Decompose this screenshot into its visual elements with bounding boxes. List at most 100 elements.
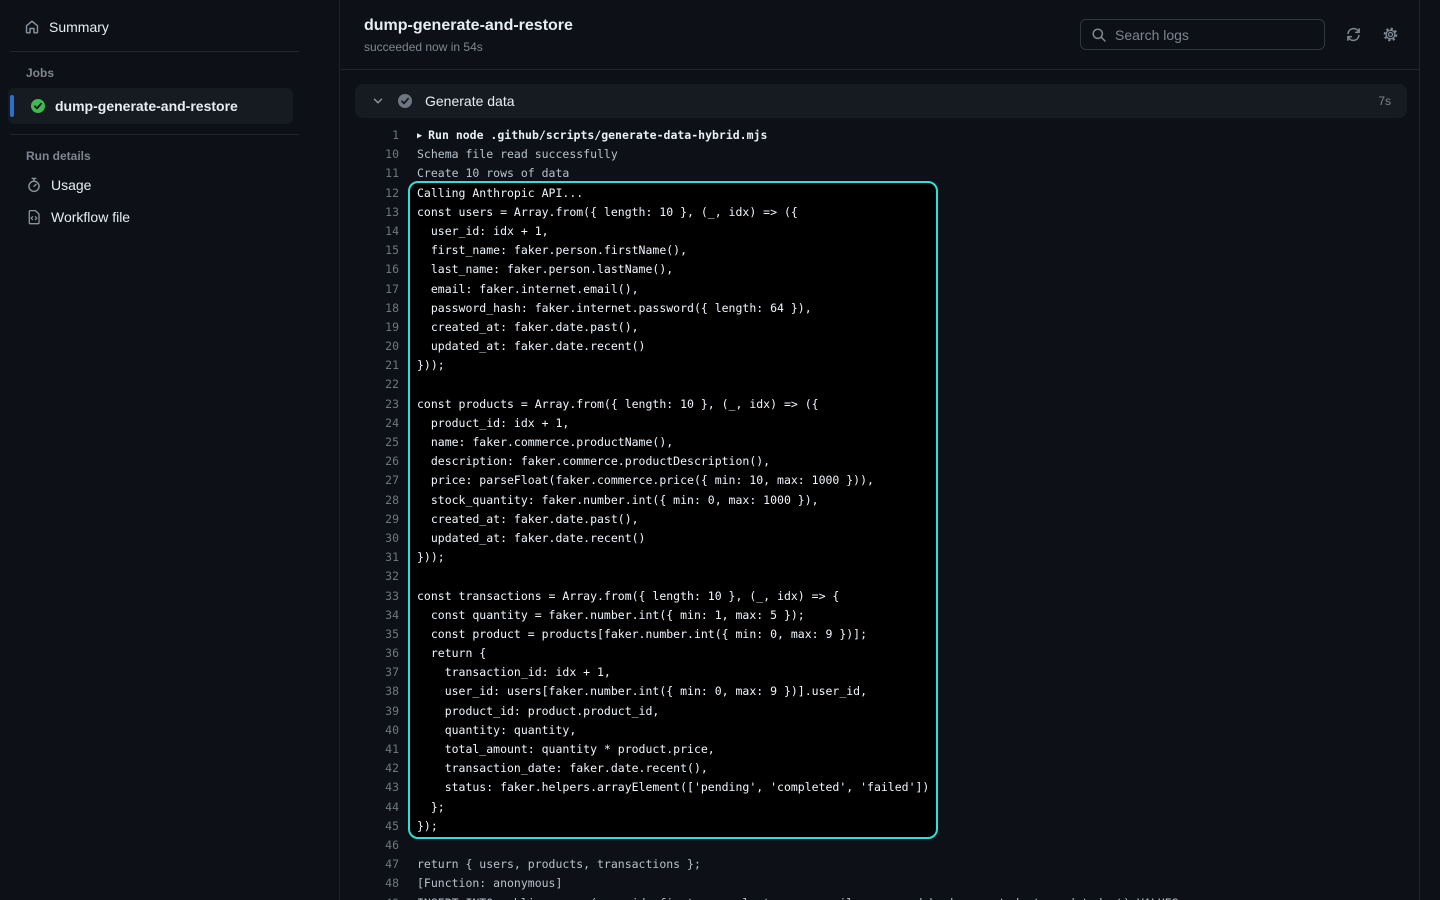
log-line: 21})); xyxy=(341,356,1419,375)
line-number[interactable]: 28 xyxy=(341,491,399,510)
settings-button[interactable] xyxy=(1381,26,1399,44)
run-details-section-header: Run details xyxy=(0,149,339,163)
log-text: const product = products[faker.number.in… xyxy=(417,625,867,644)
log-text: stock_quantity: faker.number.int({ min: … xyxy=(417,491,819,510)
line-number[interactable]: 36 xyxy=(341,644,399,663)
line-number[interactable]: 39 xyxy=(341,702,399,721)
log-line: 40 quantity: quantity, xyxy=(341,721,1419,740)
line-number[interactable]: 49 xyxy=(341,894,399,900)
search-icon xyxy=(1091,27,1107,43)
log-text: transaction_date: faker.date.recent(), xyxy=(417,759,708,778)
line-number[interactable]: 35 xyxy=(341,625,399,644)
line-number[interactable]: 25 xyxy=(341,433,399,452)
line-number[interactable]: 18 xyxy=(341,299,399,318)
log-line: 15 first_name: faker.person.firstName(), xyxy=(341,241,1419,260)
line-number[interactable]: 16 xyxy=(341,260,399,279)
log-text: email: faker.internet.email(), xyxy=(417,280,639,299)
log-text: const transactions = Array.from({ length… xyxy=(417,587,839,606)
line-number[interactable]: 32 xyxy=(341,567,399,586)
log-line: 34 const quantity = faker.number.int({ m… xyxy=(341,606,1419,625)
log-text: Schema file read successfully xyxy=(417,145,618,164)
line-number[interactable]: 44 xyxy=(341,798,399,817)
line-number[interactable]: 23 xyxy=(341,395,399,414)
log-line: 17 email: faker.internet.email(), xyxy=(341,280,1419,299)
log-line: 38 user_id: users[faker.number.int({ min… xyxy=(341,682,1419,701)
line-number[interactable]: 47 xyxy=(341,855,399,874)
sidebar-item-workflow-file[interactable]: Workflow file xyxy=(0,203,339,231)
line-number[interactable]: 43 xyxy=(341,778,399,797)
stopwatch-icon xyxy=(26,177,42,193)
search-logs-box[interactable] xyxy=(1080,19,1325,50)
home-icon xyxy=(24,19,40,35)
log-line: 42 transaction_date: faker.date.recent()… xyxy=(341,759,1419,778)
line-number[interactable]: 10 xyxy=(341,145,399,164)
log-text: quantity: quantity, xyxy=(417,721,576,740)
log-text: description: faker.commerce.productDescr… xyxy=(417,452,770,471)
line-number[interactable]: 48 xyxy=(341,874,399,893)
line-number[interactable]: 46 xyxy=(341,836,399,855)
line-number[interactable]: 26 xyxy=(341,452,399,471)
log-line: 49INSERT INTO public.users (user_id, fir… xyxy=(341,894,1419,900)
line-number[interactable]: 12 xyxy=(341,184,399,203)
line-number[interactable]: 45 xyxy=(341,817,399,836)
sidebar-item-label: Workflow file xyxy=(51,209,130,225)
log-text: updated_at: faker.date.recent() xyxy=(417,529,645,548)
log-line: 33 const transactions = Array.from({ leng… xyxy=(341,587,1419,606)
log-line: 10 Schema file read successfully xyxy=(341,145,1419,164)
line-number[interactable]: 30 xyxy=(341,529,399,548)
line-number[interactable]: 27 xyxy=(341,471,399,490)
sidebar-item-job[interactable]: dump-generate-and-restore xyxy=(8,88,293,124)
log-text: last_name: faker.person.lastName(), xyxy=(417,260,673,279)
line-number[interactable]: 40 xyxy=(341,721,399,740)
line-number[interactable]: 24 xyxy=(341,414,399,433)
log-text: const products = Array.from({ length: 10… xyxy=(417,395,819,414)
step-name: Generate data xyxy=(425,93,515,109)
expand-group-icon[interactable]: ▶ xyxy=(417,131,422,141)
step-duration: 7s xyxy=(1378,94,1391,108)
log-text: return { xyxy=(417,644,486,663)
log-text: total_amount: quantity * product.price, xyxy=(417,740,715,759)
gear-icon xyxy=(1382,26,1399,43)
line-number[interactable]: 29 xyxy=(341,510,399,529)
log-line: 20 updated_at: faker.date.recent() xyxy=(341,337,1419,356)
log-text: const quantity = faker.number.int({ min:… xyxy=(417,606,805,625)
log-line: 29 created_at: faker.date.past(), xyxy=(341,510,1419,529)
log-line: 35 const product = products[faker.number… xyxy=(341,625,1419,644)
sidebar-item-summary[interactable]: Summary xyxy=(0,13,339,41)
log-text: ▶Run node .github/scripts/generate-data-… xyxy=(417,126,767,145)
log-text: product_id: product.product_id, xyxy=(417,702,659,721)
line-number[interactable]: 14 xyxy=(341,222,399,241)
line-number[interactable]: 31 xyxy=(341,548,399,567)
log-line: 44 }; xyxy=(341,798,1419,817)
line-number[interactable]: 41 xyxy=(341,740,399,759)
line-number[interactable]: 38 xyxy=(341,682,399,701)
line-number[interactable]: 33 xyxy=(341,587,399,606)
scrollbar-gutter[interactable] xyxy=(1419,0,1440,900)
log-line: 22 xyxy=(341,375,1419,394)
log-line: 11Create 10 rows of data xyxy=(341,164,1419,183)
refresh-button[interactable] xyxy=(1344,26,1362,44)
line-number[interactable]: 15 xyxy=(341,241,399,260)
line-number[interactable]: 37 xyxy=(341,663,399,682)
sidebar-item-usage[interactable]: Usage xyxy=(0,171,339,199)
line-number[interactable]: 17 xyxy=(341,280,399,299)
line-number[interactable]: 19 xyxy=(341,318,399,337)
line-number[interactable]: 34 xyxy=(341,606,399,625)
refresh-icon xyxy=(1345,26,1362,43)
line-number[interactable]: 13 xyxy=(341,203,399,222)
line-number[interactable]: 1 xyxy=(341,126,399,145)
search-input[interactable] xyxy=(1115,27,1314,43)
run-status-text: succeeded now in 54s xyxy=(364,40,573,54)
line-number[interactable]: 22 xyxy=(341,375,399,394)
log-line: 23 const products = Array.from({ length: … xyxy=(341,395,1419,414)
line-number[interactable]: 21 xyxy=(341,356,399,375)
main-panel: dump-generate-and-restore succeeded now … xyxy=(341,0,1419,900)
line-number[interactable]: 20 xyxy=(341,337,399,356)
step-header-generate-data[interactable]: Generate data 7s xyxy=(355,84,1407,118)
log-text: product_id: idx + 1, xyxy=(417,414,569,433)
log-text: const users = Array.from({ length: 10 },… xyxy=(417,203,798,222)
chevron-down-icon[interactable] xyxy=(371,94,385,108)
line-number[interactable]: 42 xyxy=(341,759,399,778)
sidebar: Summary Jobs dump-generate-and-restore R… xyxy=(0,0,340,900)
line-number[interactable]: 11 xyxy=(341,164,399,183)
